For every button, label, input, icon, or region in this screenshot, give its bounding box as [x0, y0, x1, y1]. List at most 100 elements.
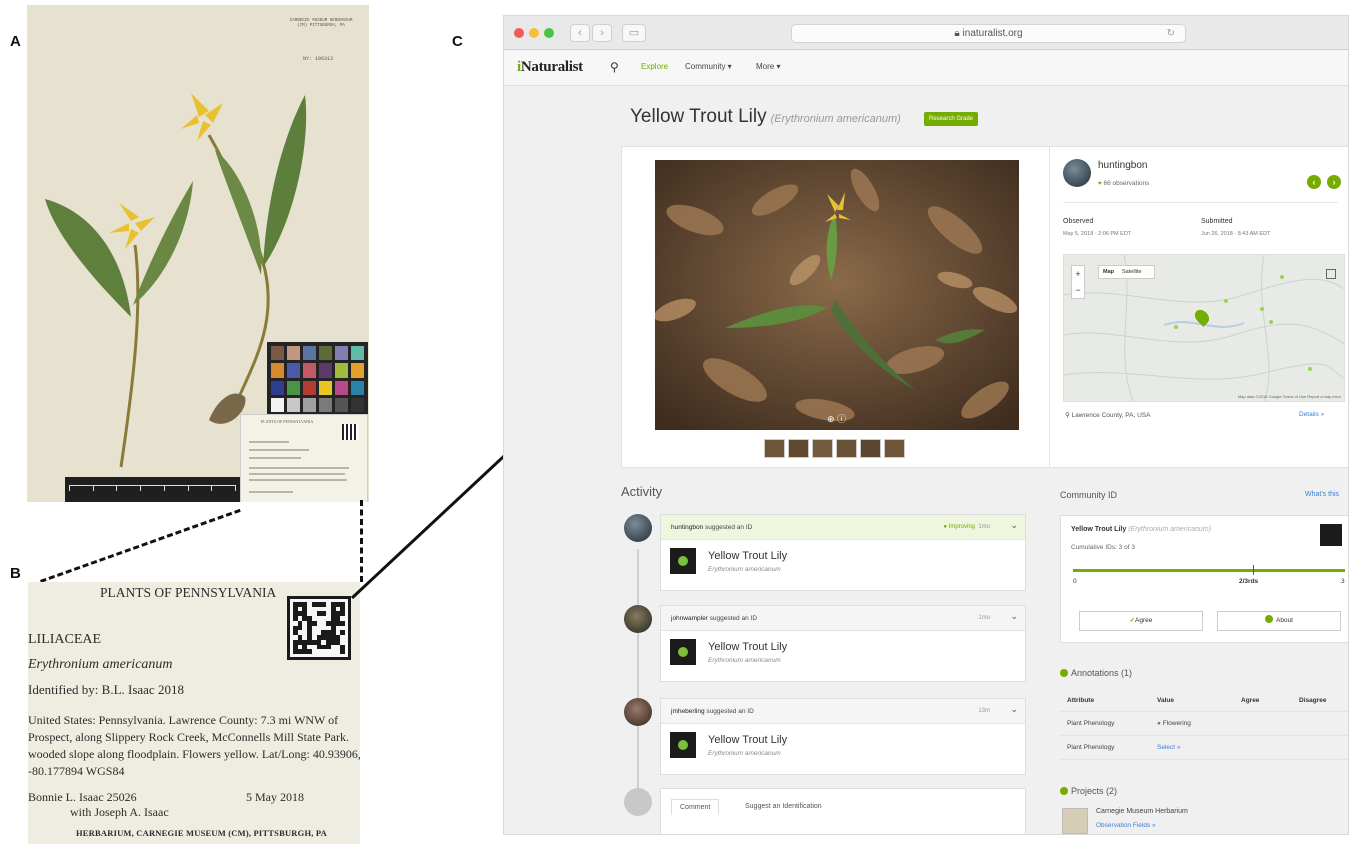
check-circle-icon [1060, 787, 1068, 795]
lock-icon: 🔒︎ [954, 28, 963, 39]
about-button[interactable]: About [1217, 611, 1341, 631]
maximize-window-button[interactable] [544, 28, 554, 38]
label-collector: Bonnie L. Isaac 25026 [28, 790, 137, 804]
site-header: iNaturalist ⚲ Explore Community ▾ More ▾ [504, 50, 1348, 86]
observation-place: ⚲ Lawrence County, PA, USA [1065, 412, 1151, 419]
avatar[interactable] [624, 698, 652, 726]
accession-number: NY: 106313 [303, 56, 334, 62]
select-annotation-link[interactable]: Select » [1157, 744, 1181, 751]
annotations-heading[interactable]: Annotations (1) [1060, 668, 1132, 678]
zoom-icon[interactable]: ⊕ ⓘ [827, 412, 846, 425]
submitted-value: Jun 26, 2018 · 8:43 AM EDT [1201, 231, 1271, 237]
map-marker[interactable] [1224, 299, 1228, 303]
forward-button[interactable]: › [592, 24, 612, 42]
observation-photo[interactable]: ⊕ ⓘ [655, 160, 1019, 430]
location-pin-icon: ⚲ [1065, 412, 1070, 419]
thumbnail[interactable] [764, 439, 785, 458]
next-observation-button[interactable]: › [1327, 175, 1341, 189]
taxon-photo[interactable] [670, 548, 696, 574]
fullscreen-icon[interactable] [1326, 269, 1336, 279]
zoom-connector-left [40, 508, 241, 583]
qr-code[interactable] [287, 596, 351, 660]
observer-name[interactable]: huntingbon [1098, 160, 1148, 171]
taxon-photo[interactable] [670, 732, 696, 758]
whats-this-link[interactable]: What's this [1305, 491, 1339, 498]
community-id-heading: Community ID [1060, 490, 1118, 500]
community-taxon[interactable]: Yellow Trout Lily (Erythronium americanu… [1071, 526, 1211, 533]
back-button[interactable]: ‹ [570, 24, 590, 42]
browser-toolbar: ‹ › ▭ 🔒︎ inaturalist.org ↻ [504, 16, 1348, 50]
label-footer: HERBARIUM, CARNEGIE MUSEUM (CM), PITTSBU… [76, 828, 328, 838]
avatar[interactable] [1063, 159, 1091, 187]
map-marker[interactable] [1174, 325, 1178, 329]
map-marker[interactable] [1280, 275, 1284, 279]
thumbnail[interactable] [884, 439, 905, 458]
details-link[interactable]: Details » [1299, 411, 1324, 418]
observation-details-panel: huntingbon ⌖ 66 observations ‹ › Observe… [1050, 146, 1348, 468]
nav-more[interactable]: More ▾ [756, 62, 780, 71]
observation-scientific-name: (Erythronium americanum) [770, 113, 901, 125]
avatar[interactable] [624, 514, 652, 542]
project-icon[interactable] [1062, 808, 1088, 834]
community-id-progress-bar [1073, 569, 1345, 572]
thumbnail[interactable] [860, 439, 881, 458]
thumbnail[interactable] [788, 439, 809, 458]
thumbnail[interactable] [836, 439, 857, 458]
check-circle-icon [1060, 669, 1068, 677]
location-map[interactable]: + − Map Satellite Map data ©2018 Google Te… [1063, 254, 1345, 402]
tab-suggest-identification[interactable]: Suggest an Identification [737, 799, 830, 814]
zoom-connector-right [360, 500, 363, 582]
label-collector-2: with Joseph A. Isaac [70, 805, 169, 819]
observation-fields-link[interactable]: Observation Fields » [1096, 822, 1156, 829]
avatar[interactable] [624, 605, 652, 633]
activity-item: huntingbon suggested an ID ● Improving 1… [660, 514, 1026, 591]
nav-explore[interactable]: Explore [641, 62, 668, 71]
tab-comment[interactable]: Comment [671, 799, 720, 815]
activity-timeline [637, 549, 639, 799]
label-date: 5 May 2018 [246, 790, 304, 804]
check-icon: ● [943, 524, 947, 530]
minimize-window-button[interactable] [529, 28, 539, 38]
chevron-down-icon[interactable]: ⌄ [1010, 704, 1018, 715]
projects-heading[interactable]: Projects (2) [1060, 786, 1117, 796]
activity-time: 13m [978, 708, 990, 714]
thumbnail[interactable] [812, 439, 833, 458]
taxon-photo[interactable] [1320, 524, 1342, 546]
sidebar-toggle-button[interactable]: ▭ [622, 24, 646, 42]
label-scientific-name: Erythronium americanum [28, 657, 173, 672]
chevron-down-icon[interactable]: ⌄ [1010, 611, 1018, 622]
activity-item: johnwampler suggested an ID 1mo ⌄ Yellow… [660, 605, 1026, 682]
map-type-toggle[interactable]: Map Satellite [1098, 265, 1155, 279]
search-icon[interactable]: ⚲ [610, 60, 619, 74]
comment-box: Comment Suggest an Identification [660, 788, 1026, 834]
binoculars-icon: ⌖ [1098, 180, 1102, 187]
avatar [624, 788, 652, 816]
institution-stamp: CARNEGIE MUSEUM HERBARIUM (CM) PITTSBURG… [289, 19, 353, 28]
taxon-name[interactable]: Yellow Trout Lily [708, 550, 787, 562]
map-zoom-control[interactable]: + − [1071, 265, 1085, 299]
taxon-name[interactable]: Yellow Trout Lily [708, 641, 787, 653]
observer-obs-count[interactable]: ⌖ 66 observations [1098, 180, 1149, 188]
agree-button[interactable]: ✓Agree [1079, 611, 1203, 631]
qr-code-grid [293, 602, 345, 654]
label-family: LILIACEAE [28, 632, 102, 647]
close-window-button[interactable] [514, 28, 524, 38]
chevron-down-icon[interactable]: ⌄ [1010, 520, 1018, 531]
activity-item-header: huntingbon suggested an ID [671, 524, 753, 531]
project-name[interactable]: Carnegie Museum Herbarium [1096, 808, 1188, 815]
nav-community[interactable]: Community ▾ [685, 62, 732, 71]
taxon-photo[interactable] [670, 639, 696, 665]
map-marker[interactable] [1269, 320, 1273, 324]
address-bar[interactable]: 🔒︎ inaturalist.org ↻ [791, 24, 1186, 43]
reload-icon[interactable]: ↻ [1167, 25, 1175, 42]
map-attribution[interactable]: Map data ©2018 Google Terms of Use Repor… [1238, 394, 1341, 399]
activity-time: 1mo [978, 615, 990, 621]
previous-observation-button[interactable]: ‹ [1307, 175, 1321, 189]
cumulative-ids: Cumulative IDs: 3 of 3 [1071, 544, 1135, 551]
herbarium-sheet: CARNEGIE MUSEUM HERBARIUM (CM) PITTSBURG… [27, 5, 369, 502]
inaturalist-logo[interactable]: iNaturalist [517, 59, 583, 76]
scale-bar [65, 477, 240, 502]
map-marker[interactable] [1260, 307, 1264, 311]
map-marker[interactable] [1308, 367, 1312, 371]
taxon-name[interactable]: Yellow Trout Lily [708, 734, 787, 746]
